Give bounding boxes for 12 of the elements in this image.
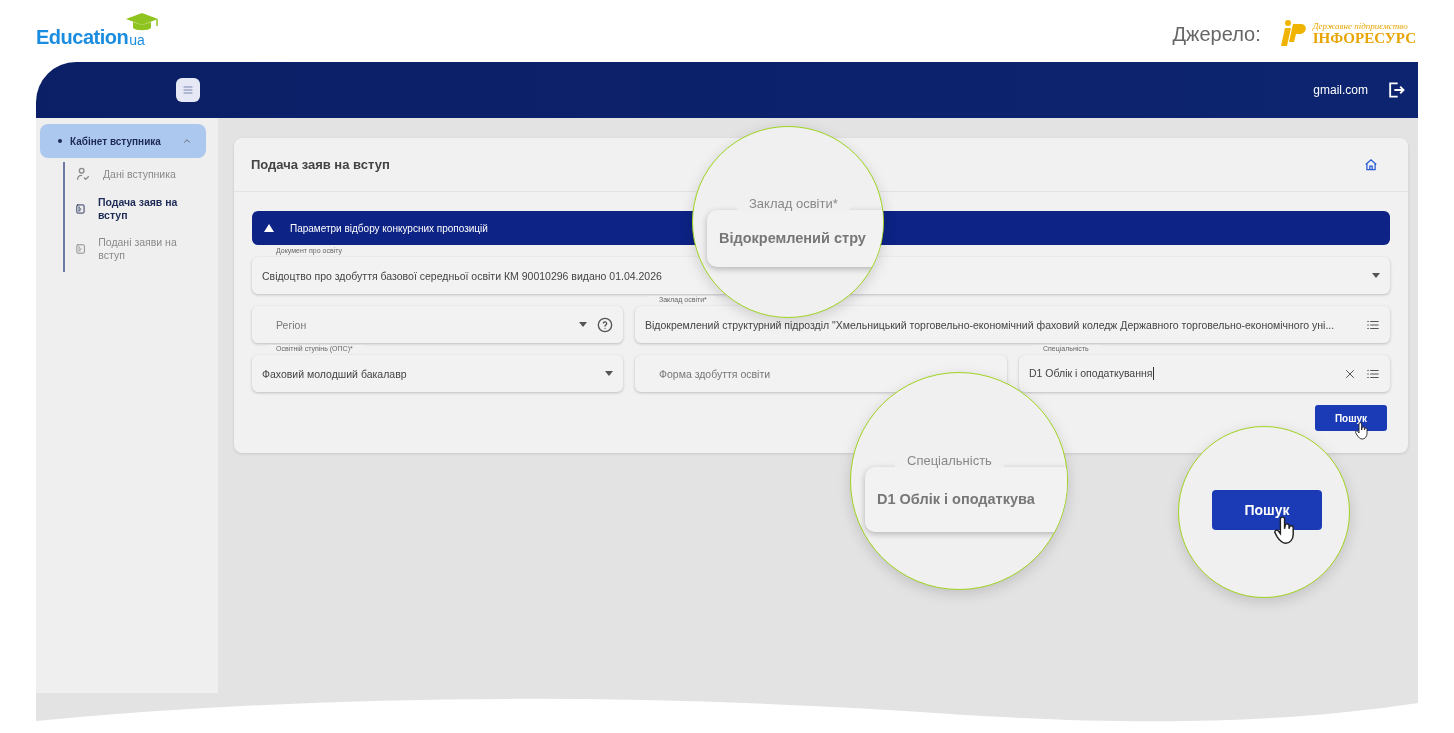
field-value: Відокремлений структурний підрозділ "Хмельницький торговельно-економічний фаховий коледж Державного торговельно-економічного уні... xyxy=(645,318,1336,331)
field-placeholder: Форма здобуття освіти xyxy=(658,367,772,380)
logo-name: ІНФОРЕСУРС xyxy=(1312,31,1416,46)
user-email: gmail.com xyxy=(1313,83,1368,97)
source-label: Джерело: xyxy=(1172,22,1261,46)
field-value: Фаховий молодший бакалавр xyxy=(262,367,408,380)
field-placeholder: Регіон xyxy=(275,318,308,331)
card-title: Подача заяв на вступ xyxy=(251,157,390,172)
field-value: Свідоцтво про здобуття базової середньої освіти КМ 90010296 видано 01.04.2026 xyxy=(262,269,663,282)
logo-caption: Державне підприємство xyxy=(1312,22,1409,31)
brand-name: Education xyxy=(36,26,129,49)
brand-suffix: ua xyxy=(129,32,145,48)
